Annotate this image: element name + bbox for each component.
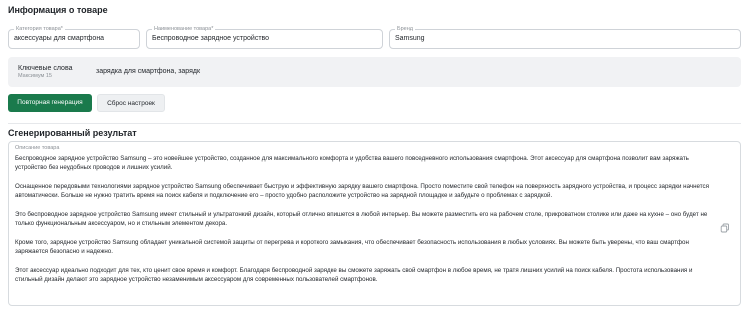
product-description-label: Описание товара (15, 145, 60, 151)
product-info-title: Информация о товаре (8, 5, 108, 15)
keywords-input-value[interactable]: зарядка для смартфона, зарядк (96, 68, 200, 75)
brand-field-value[interactable]: Samsung (395, 35, 425, 42)
generated-result-title: Сгенерированный результат (8, 128, 137, 138)
keywords-max-hint: Максимум 15 (18, 73, 52, 79)
product-description-field[interactable]: Описание товара Беспроводное зарядное ус… (8, 141, 741, 306)
category-field-label: Категория товара* (14, 25, 65, 33)
brand-field[interactable]: Бренд Samsung (389, 25, 741, 49)
regenerate-button[interactable]: Повторная генерация (8, 94, 92, 112)
product-description-text[interactable]: Беспроводное зарядное устройство Samsung… (15, 154, 715, 293)
copy-icon[interactable] (720, 220, 730, 233)
description-paragraph: Беспроводное зарядное устройство Samsung… (15, 155, 689, 172)
category-field[interactable]: Категория товара* аксессуары для смартфо… (8, 25, 140, 49)
keywords-input[interactable]: зарядка для смартфона, зарядк (90, 60, 735, 84)
description-paragraph: Оснащенное передовыми технологиями заряд… (15, 182, 709, 200)
reset-settings-button[interactable]: Сброс настроек (97, 94, 165, 112)
section-divider (8, 123, 741, 124)
category-field-value[interactable]: аксессуары для смартфона (14, 35, 104, 42)
description-paragraph: Это беспроводное зарядное устройство Sam… (15, 210, 708, 228)
description-paragraph: Кроме того, зарядное устройство Samsung … (15, 238, 689, 255)
keywords-panel: Ключевые слова Максимум 15 зарядка для с… (8, 57, 741, 87)
brand-field-label: Бренд (395, 25, 415, 33)
product-name-field[interactable]: Наименование товара* Беспроводное зарядн… (146, 25, 383, 49)
product-name-field-label: Наименование товара* (152, 25, 216, 33)
description-paragraph: Этот аксессуар идеально подходит для тех… (15, 266, 693, 283)
product-name-field-value[interactable]: Беспроводное зарядное устройство (152, 35, 269, 42)
keywords-label: Ключевые слова (18, 65, 73, 72)
